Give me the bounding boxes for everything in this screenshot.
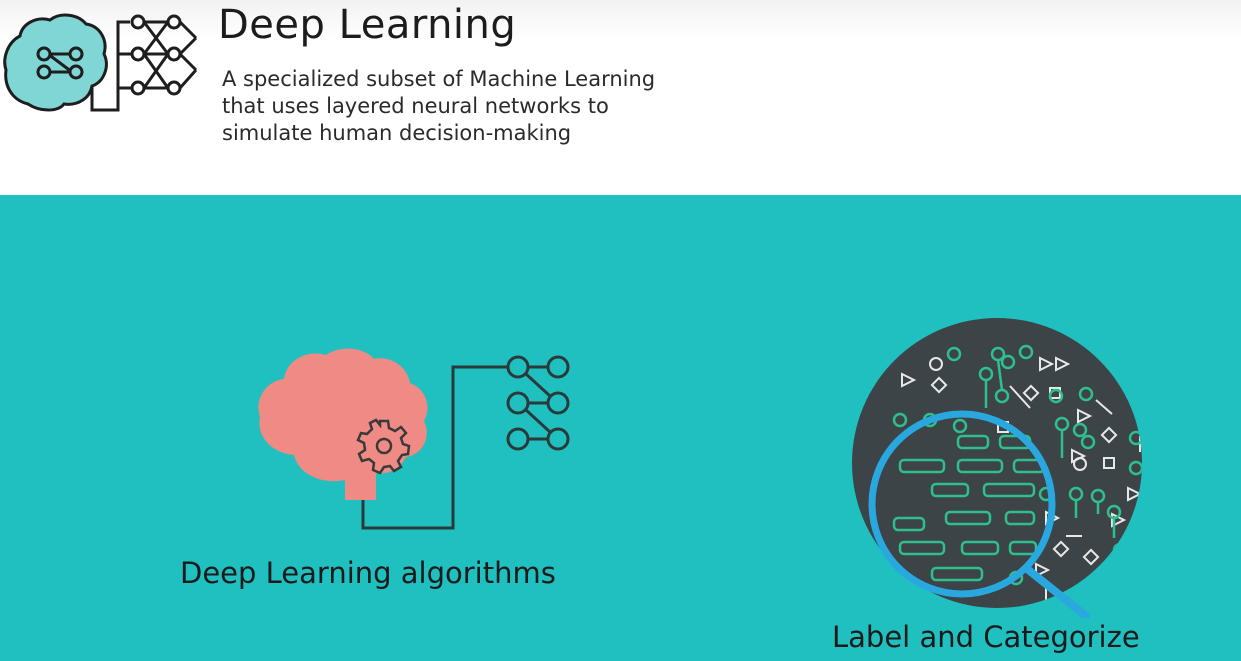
page-title: Deep Learning bbox=[218, 2, 517, 48]
subtitle-line: that uses layered neural networks to bbox=[222, 94, 609, 118]
brain-gear-icon bbox=[258, 348, 570, 530]
deep-learning-algorithms-label: Deep Learning algorithms bbox=[180, 556, 556, 590]
magnifying-glass-icon bbox=[852, 318, 1142, 618]
label-and-categorize-label: Label and Categorize bbox=[832, 620, 1140, 654]
header-banner: Deep Learning A specialized subset of Ma… bbox=[0, 0, 1241, 195]
page-subtitle: A specialized subset of Machine Learning… bbox=[222, 66, 655, 147]
subtitle-line: simulate human decision-making bbox=[222, 121, 572, 145]
brain-network-icon bbox=[3, 13, 198, 112]
subtitle-line: A specialized subset of Machine Learning bbox=[222, 67, 656, 91]
